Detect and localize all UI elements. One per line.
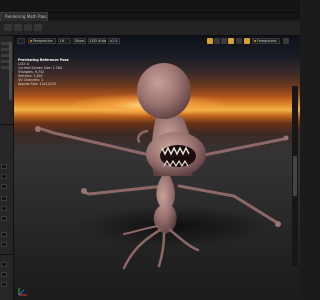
perspective-button[interactable]: Perspective [28,38,56,44]
viewport[interactable]: Perspective Lit Show LOD Auto x1.0 Foreg… [14,36,300,300]
foreground-icon [254,40,256,42]
foreground-button[interactable]: Foreground [252,38,280,44]
toolbar-button-1[interactable] [4,24,12,31]
main-toolbar [0,21,300,36]
rotate-icon[interactable] [214,38,220,44]
toolbar-button-4[interactable] [34,24,42,31]
scale-icon[interactable] [221,38,227,44]
numeric-field[interactable] [1,174,7,179]
stats-line: Approx Size: 14x12x33 [18,82,57,86]
numeric-field[interactable] [1,196,7,201]
numeric-field[interactable] [1,164,7,169]
creature-leg [82,184,166,196]
viewport-scroll-thumb[interactable] [293,156,297,196]
numeric-field[interactable] [1,242,7,247]
viewport-stats: Previewing Reference Pose LOD: 0 Current… [18,58,88,86]
speed-button[interactable]: x1.0 [108,38,120,44]
translate-icon[interactable] [207,38,213,44]
panel-divider [0,254,13,255]
menu-icon[interactable] [17,38,25,44]
numeric-field[interactable] [1,262,7,267]
show-button[interactable]: Show [73,38,86,44]
lod-button[interactable]: LOD Auto [88,38,106,44]
panel-divider [0,124,13,125]
angle-snap-icon[interactable] [236,38,242,44]
toolbar-button-3[interactable] [24,24,32,31]
numeric-field[interactable] [1,216,7,221]
arm-knob [283,135,289,141]
numeric-field[interactable] [1,272,7,277]
creature-head [137,63,191,119]
perspective-icon [30,40,32,42]
arm-knob [35,126,41,132]
viewport-toolbar: Perspective Lit Show LOD Auto x1.0 Foreg… [14,36,300,45]
numeric-field[interactable] [1,232,7,237]
tab-label: Rendering Math Pass [5,14,47,19]
axis-gizmo-icon [18,288,27,296]
numeric-field[interactable] [1,184,7,189]
maximize-icon[interactable] [283,38,289,44]
editor-tab[interactable]: Rendering Math Pass × [0,12,48,21]
creature-arm-right [197,137,286,158]
scale-snap-icon[interactable] [244,38,250,44]
panel-scrollbar[interactable] [9,42,12,100]
creature-tentacle [136,129,149,144]
creature-arm-left [40,127,156,158]
leg-knob [275,221,281,227]
leg-knob [81,188,87,194]
numeric-field[interactable] [1,282,7,287]
numeric-field[interactable] [1,206,7,211]
grid-snap-icon[interactable] [228,38,234,44]
lit-button[interactable]: Lit [58,38,71,44]
close-icon[interactable]: × [42,14,45,19]
toolbar-button-2[interactable] [14,24,22,31]
